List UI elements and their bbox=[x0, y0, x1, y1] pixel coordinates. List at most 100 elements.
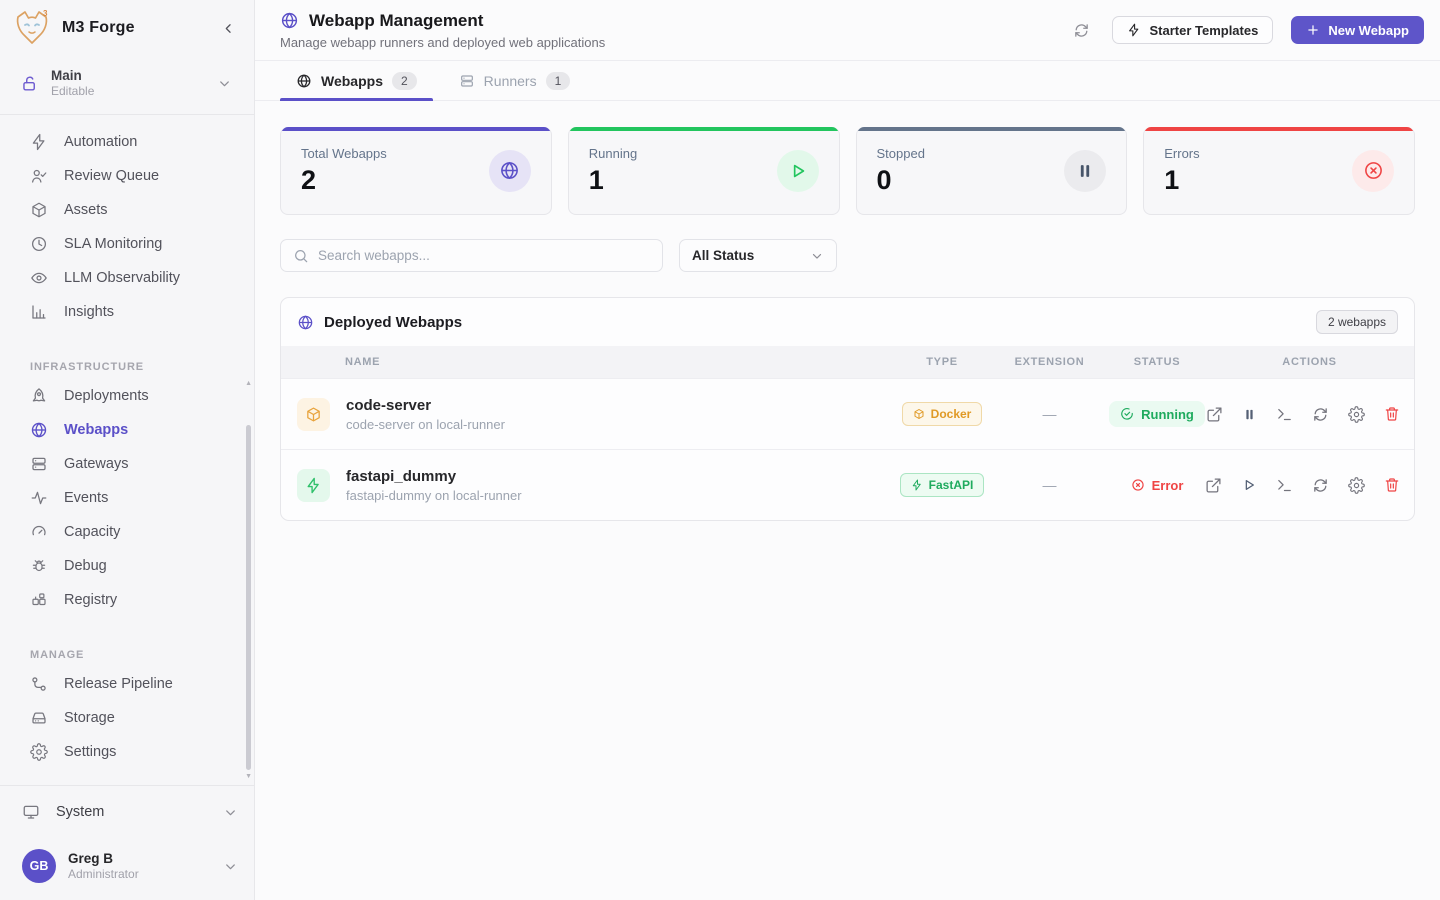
globe-icon bbox=[30, 421, 48, 439]
sidebar-item-label: Debug bbox=[64, 558, 107, 574]
sidebar-item-llm-observability[interactable]: LLM Observability bbox=[0, 261, 254, 295]
table-row-code-server: code-server code-server on local-runner … bbox=[281, 378, 1414, 449]
type-badge-fastapi: FastAPI bbox=[900, 473, 985, 497]
tab-runners[interactable]: Runners 1 bbox=[443, 61, 587, 100]
stat-label: Total Webapps bbox=[301, 146, 387, 161]
workspace-switcher[interactable]: Main Editable bbox=[12, 62, 242, 114]
logo-row: 3 M3 Forge bbox=[0, 0, 254, 56]
system-menu[interactable]: System bbox=[0, 786, 254, 838]
sidebar-item-label: Automation bbox=[64, 134, 137, 150]
terminal-button[interactable] bbox=[1274, 404, 1295, 425]
starter-templates-button[interactable]: Starter Templates bbox=[1112, 16, 1273, 44]
refresh-icon bbox=[1312, 406, 1329, 423]
sidebar-item-registry[interactable]: Registry bbox=[0, 583, 254, 617]
sidebar-item-label: Assets bbox=[64, 202, 108, 218]
table-row-fastapi-dummy: fastapi_dummy fastapi-dummy on local-run… bbox=[281, 449, 1414, 520]
new-webapp-button[interactable]: New Webapp bbox=[1291, 16, 1424, 44]
refresh-button[interactable] bbox=[1069, 18, 1094, 43]
tab-label: Webapps bbox=[321, 73, 383, 89]
chevron-down-icon bbox=[223, 859, 238, 874]
sidebar-item-assets[interactable]: Assets bbox=[0, 193, 254, 227]
scrollbar-up-arrow[interactable]: ▲ bbox=[245, 380, 252, 387]
app-name: M3 Forge bbox=[62, 19, 206, 37]
filter-row: All Status bbox=[280, 239, 1415, 272]
terminal-button[interactable] bbox=[1274, 475, 1295, 496]
open-webapp-button[interactable] bbox=[1204, 404, 1225, 425]
sidebar-item-label: Registry bbox=[64, 592, 117, 608]
sidebar-item-webapps[interactable]: Webapps bbox=[0, 413, 254, 447]
avatar: GB bbox=[22, 849, 56, 883]
stat-value: 2 bbox=[301, 165, 387, 196]
sidebar: 3 M3 Forge Main Editable Automation bbox=[0, 0, 255, 900]
page-subtitle: Manage webapp runners and deployed web a… bbox=[280, 35, 1069, 50]
storage-icon bbox=[30, 709, 48, 727]
webapp-settings-button[interactable] bbox=[1346, 475, 1367, 496]
globe-icon bbox=[489, 150, 531, 192]
chevron-down-icon bbox=[217, 76, 232, 91]
servers-icon bbox=[30, 455, 48, 473]
content: Total Webapps 2 Running 1 bbox=[255, 101, 1440, 547]
external-link-icon bbox=[1205, 477, 1222, 494]
terminal-icon bbox=[1276, 477, 1293, 494]
sidebar-item-storage[interactable]: Storage bbox=[0, 701, 254, 735]
stat-cards: Total Webapps 2 Running 1 bbox=[280, 127, 1415, 215]
lightning-icon bbox=[911, 479, 923, 491]
sidebar-item-label: Review Queue bbox=[64, 168, 159, 184]
sidebar-item-automation[interactable]: Automation bbox=[0, 125, 254, 159]
lock-open-icon bbox=[20, 74, 39, 93]
type-badge-docker: Docker bbox=[902, 402, 983, 426]
sidebar-item-capacity[interactable]: Capacity bbox=[0, 515, 254, 549]
column-type: TYPE bbox=[926, 356, 958, 368]
sidebar-item-settings[interactable]: Settings bbox=[0, 735, 254, 769]
webapp-settings-button[interactable] bbox=[1346, 404, 1367, 425]
x-circle-icon bbox=[1352, 150, 1394, 192]
open-webapp-button[interactable] bbox=[1203, 475, 1224, 496]
rocket-icon bbox=[30, 387, 48, 405]
section-label-infrastructure: INFRASTRUCTURE bbox=[30, 361, 254, 373]
sidebar-item-review-queue[interactable]: Review Queue bbox=[0, 159, 254, 193]
search-input[interactable] bbox=[318, 248, 650, 263]
sidebar-item-events[interactable]: Events bbox=[0, 481, 254, 515]
sidebar-item-deployments[interactable]: Deployments bbox=[0, 379, 254, 413]
extension-value: — bbox=[1043, 477, 1057, 493]
sidebar-item-release-pipeline[interactable]: Release Pipeline bbox=[0, 667, 254, 701]
pause-icon bbox=[1064, 150, 1106, 192]
restart-button[interactable] bbox=[1310, 404, 1331, 425]
stat-label: Errors bbox=[1164, 146, 1199, 161]
delete-webapp-button[interactable] bbox=[1382, 475, 1402, 495]
restart-button[interactable] bbox=[1310, 475, 1331, 496]
sidebar-item-insights[interactable]: Insights bbox=[0, 295, 254, 329]
user-menu[interactable]: GB Greg B Administrator bbox=[0, 838, 254, 900]
status-filter-select[interactable]: All Status bbox=[679, 239, 837, 272]
delete-webapp-button[interactable] bbox=[1382, 404, 1402, 424]
tab-webapps[interactable]: Webapps 2 bbox=[280, 61, 433, 100]
page-header: Webapp Management Manage webapp runners … bbox=[255, 0, 1440, 61]
user-role: Administrator bbox=[68, 867, 211, 881]
eye-icon bbox=[30, 269, 48, 287]
activity-icon bbox=[30, 489, 48, 507]
package-icon bbox=[913, 408, 925, 420]
refresh-icon bbox=[1073, 22, 1090, 39]
sidebar-item-gateways[interactable]: Gateways bbox=[0, 447, 254, 481]
pause-webapp-button[interactable] bbox=[1240, 405, 1259, 424]
sidebar-item-label: Settings bbox=[64, 744, 116, 760]
stat-card-running: Running 1 bbox=[568, 127, 840, 215]
tabs-bar: Webapps 2 Runners 1 bbox=[255, 61, 1440, 101]
sidebar-item-sla-monitoring[interactable]: SLA Monitoring bbox=[0, 227, 254, 261]
gauge-icon bbox=[30, 523, 48, 541]
refresh-icon bbox=[1312, 477, 1329, 494]
pause-icon bbox=[1242, 407, 1257, 422]
stat-card-errors: Errors 1 bbox=[1143, 127, 1415, 215]
start-webapp-button[interactable] bbox=[1239, 475, 1259, 495]
search-box bbox=[280, 239, 663, 272]
external-link-icon bbox=[1206, 406, 1223, 423]
stat-label: Stopped bbox=[877, 146, 925, 161]
sidebar-item-debug[interactable]: Debug bbox=[0, 549, 254, 583]
stat-value: 1 bbox=[1164, 165, 1199, 196]
sidebar-scrollbar[interactable] bbox=[246, 425, 251, 770]
trash-icon bbox=[1384, 406, 1400, 422]
scrollbar-down-arrow[interactable]: ▼ bbox=[245, 773, 252, 780]
sidebar-collapse-button[interactable] bbox=[216, 16, 240, 40]
stat-card-total-webapps: Total Webapps 2 bbox=[280, 127, 552, 215]
gear-icon bbox=[30, 743, 48, 761]
